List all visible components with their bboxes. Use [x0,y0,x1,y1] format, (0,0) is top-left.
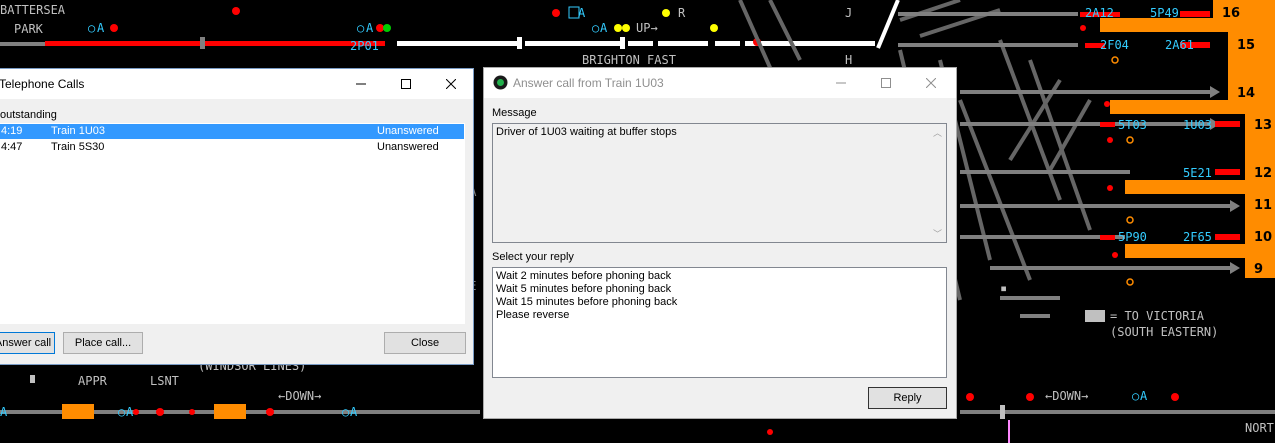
signal-label: A [578,6,586,20]
answer-call-window: Answer call from Train 1U03 Message Driv… [483,67,957,419]
reply-text: Wait 15 minutes before phoning back [496,296,678,308]
signal-label: ○ [118,405,125,419]
call-time: 4:47 [1,141,23,153]
signal-label: ○ [88,21,95,35]
call-status: Unanswered [377,125,439,137]
signal-label: ○ [342,405,349,419]
answer-call-button[interactable]: Answer call [0,332,55,354]
signal-label: A [126,405,134,419]
station-name: BATTERSEA [0,3,66,17]
platform-number: 10 [1254,230,1272,245]
minimize-icon[interactable] [818,68,863,98]
line-label: UP→ [636,21,658,35]
train-headcode: 5T03 [1118,118,1147,132]
signal-label: A [350,405,358,419]
call-train: Train 1U03 [51,125,106,137]
signal-label: A [1140,389,1148,403]
destination-label: = TO VICTORIA [1110,309,1205,323]
train-headcode: 5P49 [1150,6,1179,20]
reply-label: Select your reply [492,251,574,263]
reply-list[interactable]: Wait 2 minutes before phoning back Wait … [492,267,947,378]
line-label: NORT [1245,421,1274,435]
reply-text: Wait 5 minutes before phoning back [496,283,672,295]
train-headcode: 2A12 [1085,6,1114,20]
reply-text: Please reverse [496,309,570,321]
svg-text:▪: ▪ [1000,281,1007,295]
train-headcode: 5E21 [1183,166,1212,180]
platform-number: 16 [1222,6,1240,21]
line-label: APPR [78,374,108,388]
train-headcode: 2F04 [1100,38,1129,52]
station-name: PARK [14,22,44,36]
line-label: ←DOWN→ [278,389,321,403]
platform-number: 13 [1254,118,1272,133]
reply-option[interactable]: Please reverse [493,308,946,323]
place-call-button[interactable]: Place call... [63,332,143,354]
platform-number: 11 [1254,198,1272,213]
signal-label: H [845,53,852,67]
platform-number: 15 [1237,38,1255,53]
signal-label: A [97,21,105,35]
maximize-icon[interactable] [863,68,908,98]
reply-button[interactable]: Reply [868,387,947,409]
maximize-icon[interactable] [383,69,428,99]
signal-label: R [678,6,686,20]
window-title: Answer call from Train 1U03 [513,76,664,90]
signal-label: J [845,6,852,20]
message-label: Message [492,107,537,119]
close-button[interactable]: Close [384,332,466,354]
call-train: Train 5S30 [51,141,105,153]
train-headcode: 5P90 [1118,230,1147,244]
call-status: Unanswered [377,141,439,153]
outstanding-label: outstanding [0,109,57,121]
title-bar[interactable]: Telephone Calls [0,69,473,99]
scroll-down-icon[interactable]: ﹀ [933,227,942,240]
signal-label: ○ [592,21,599,35]
signal-label: A [0,405,8,419]
reply-text: Wait 2 minutes before phoning back [496,270,672,282]
call-row[interactable]: 4:47 Train 5S30 Unanswered [0,140,465,155]
destination-label: (SOUTH EASTERN) [1110,325,1218,339]
calls-list[interactable]: 4:19 Train 1U03 Unanswered 4:47 Train 5S… [0,123,465,324]
window-title: Telephone Calls [0,77,85,91]
line-label: ←DOWN→ [1045,389,1088,403]
train-headcode: 1U03 [1183,118,1212,132]
line-label: LSNT [150,374,179,388]
signal-label: ○ [1132,389,1139,403]
signal-label: A [600,21,608,35]
platform-number: 14 [1237,86,1255,101]
scroll-up-icon[interactable]: ︿ [933,126,942,139]
close-icon[interactable] [908,68,953,98]
scrollbar[interactable]: ︿ ﹀ [930,124,946,242]
train-headcode: 2A61 [1165,38,1194,52]
platform-number: 9 [1254,262,1263,277]
train-headcode: 2P01 [350,39,379,53]
message-text: Driver of 1U03 waiting at buffer stops [496,126,677,138]
platform-number: 12 [1254,166,1272,181]
train-headcode: 2F65 [1183,230,1212,244]
line-label: BRIGHTON FAST [582,53,676,67]
phone-icon [493,75,508,90]
signal-label: A [366,21,374,35]
call-time: 4:19 [1,125,23,137]
message-box[interactable]: Driver of 1U03 waiting at buffer stops ︿… [492,123,947,243]
telephone-calls-window: Telephone Calls outstanding 4:19 Train 1… [0,68,474,365]
signal-label: ○ [357,21,364,35]
close-icon[interactable] [428,69,473,99]
call-row[interactable]: 4:19 Train 1U03 Unanswered [0,124,464,139]
title-bar[interactable]: Answer call from Train 1U03 [484,68,956,98]
minimize-icon[interactable] [338,69,383,99]
